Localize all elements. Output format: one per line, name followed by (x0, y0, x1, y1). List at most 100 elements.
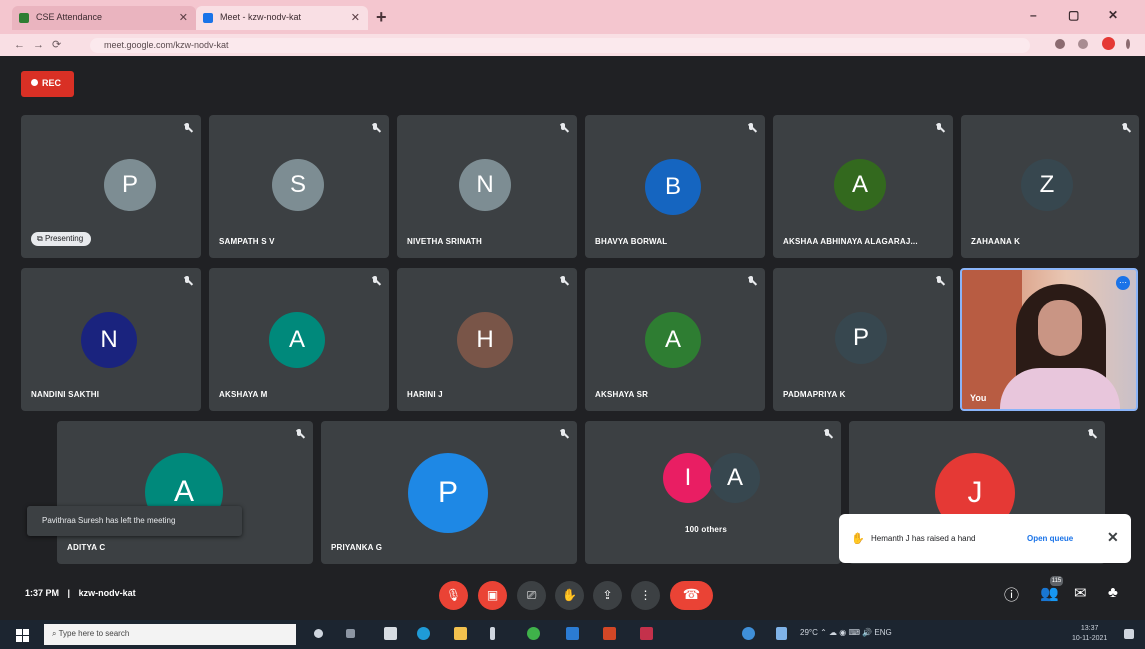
word-icon[interactable] (566, 627, 579, 640)
present-button[interactable]: ⇪ (593, 581, 622, 610)
search-placeholder: Type here to search (58, 629, 130, 638)
chat-icon[interactable]: ✉ (1074, 584, 1087, 602)
mic-off-icon (371, 276, 379, 288)
participant-name: HARINI J (407, 390, 443, 399)
recording-dot-icon (31, 79, 38, 86)
close-tab-icon[interactable]: ✕ (351, 11, 360, 24)
windows-start-icon[interactable] (16, 629, 29, 642)
open-queue-button[interactable]: Open queue (1027, 534, 1073, 543)
restore-button[interactable]: ▢ (1068, 8, 1079, 22)
mic-off-icon (559, 276, 567, 288)
participant-name: NIVETHA SRINATH (407, 237, 482, 246)
avatar: P (835, 312, 887, 364)
participant-tile[interactable]: A ADITYA C (57, 421, 313, 564)
self-name: You (970, 393, 987, 403)
participant-tile[interactable]: N NIVETHA SRINATH (397, 115, 577, 258)
powerpoint-icon[interactable] (603, 627, 616, 640)
system-tray[interactable]: 29°C ⌃ ☁ ◉ ⌨ 🔊 ENG (800, 628, 892, 637)
people-icon[interactable]: 👥 (1040, 584, 1059, 602)
participant-tile[interactable]: B BHAVYA BORWAL (585, 115, 765, 258)
captions-button[interactable]: ⎚ (517, 581, 546, 610)
participant-name: ADITYA C (67, 543, 106, 552)
left-meeting-toast: Pavithraa Suresh has left the meeting (27, 506, 242, 536)
more-options-icon[interactable]: ⋯ (1116, 276, 1130, 290)
avatar: H (457, 312, 513, 368)
camera-off-button[interactable]: ▣ (478, 581, 507, 610)
address-bar-row: ←→⟳ meet.google.com/kzw-nodv-kat (0, 34, 1145, 56)
avatar: N (459, 159, 511, 211)
star-icon[interactable] (1078, 39, 1088, 49)
tab-title: Meet - kzw-nodv-kat (220, 12, 302, 22)
cortana-icon[interactable] (314, 629, 323, 638)
participant-name: AKSHAYA SR (595, 390, 649, 399)
avatar: A (645, 312, 701, 368)
presenting-badge: ⧉ Presenting (31, 232, 92, 246)
others-count: 100 others (685, 525, 728, 534)
nav-buttons[interactable]: ←→⟳ (14, 38, 69, 51)
task-view-icon[interactable] (346, 629, 355, 638)
menu-icon[interactable] (1126, 39, 1130, 49)
profile-avatar-icon[interactable] (1102, 37, 1115, 50)
taskbar-search-box[interactable]: ⌕ Type here to search (44, 624, 296, 645)
participant-name: AKSHAA ABHINAYA ALAGARAJ... (783, 237, 918, 246)
close-tab-icon[interactable]: ✕ (179, 11, 188, 24)
raised-hand-text: Hemanth J has raised a hand (871, 534, 976, 543)
chrome-icon[interactable] (527, 627, 540, 640)
mic-off-icon (935, 123, 943, 135)
raise-hand-button[interactable]: ✋ (555, 581, 584, 610)
new-tab-button[interactable]: + (376, 7, 387, 28)
mic-off-icon (183, 123, 191, 135)
mic-off-button[interactable]: 🎙 (439, 581, 468, 610)
participant-tile[interactable]: P PRIYANKA G (321, 421, 577, 564)
participant-tile[interactable]: N NANDINI SAKTHI (21, 268, 201, 411)
store-icon[interactable] (490, 627, 495, 640)
participant-tile[interactable]: H HARINI J (397, 268, 577, 411)
participant-tile[interactable]: P ⧉ Presenting (21, 115, 201, 258)
participant-tile[interactable]: A AKSHAYA M (209, 268, 389, 411)
close-popup-button[interactable]: ✕ (1107, 529, 1119, 546)
tab-meet[interactable]: Meet - kzw-nodv-kat ✕ (196, 6, 368, 30)
screen: CSE Attendance ✕ Meet - kzw-nodv-kat ✕ +… (0, 0, 1145, 649)
tab-cse-attendance[interactable]: CSE Attendance ✕ (12, 6, 196, 30)
notification-icon[interactable] (1124, 629, 1134, 639)
participant-tile[interactable]: A AKSHAYA SR (585, 268, 765, 411)
avatar: Z (1021, 159, 1073, 211)
taskbar-date: 10-11-2021 (1072, 635, 1108, 642)
activities-icon[interactable]: ♣ (1108, 584, 1118, 601)
folder-icon[interactable] (454, 627, 467, 640)
mic-off-icon (1121, 123, 1129, 135)
separator: | (67, 588, 71, 598)
self-view-tile[interactable]: ⋯ You (960, 268, 1138, 411)
more-options-button[interactable]: ⋮ (631, 581, 660, 610)
participant-tile[interactable]: Z ZAHAANA K (961, 115, 1139, 258)
avatar: P (408, 453, 488, 533)
meeting-code: kzw-nodv-kat (78, 588, 136, 598)
mic-off-icon (747, 123, 755, 135)
edge-icon[interactable] (417, 627, 430, 640)
leave-call-button[interactable]: ☎ (670, 581, 713, 610)
lock-icon[interactable] (1055, 39, 1065, 49)
participant-name: BHAVYA BORWAL (595, 237, 668, 246)
mic-off-icon (1087, 429, 1095, 441)
self-video-body (1000, 368, 1120, 409)
recording-indicator: REC (21, 71, 74, 97)
others-tile[interactable]: I A 100 others (585, 421, 841, 564)
participant-tile[interactable]: S SAMPATH S V (209, 115, 389, 258)
avatar: A (710, 453, 760, 503)
meeting-info-icon[interactable]: ⓘ (1004, 584, 1019, 605)
participant-tile[interactable]: P PADMAPRIYA K (773, 268, 953, 411)
file-explorer-icon[interactable] (384, 627, 397, 640)
sheets-favicon-icon (19, 13, 29, 23)
participant-tile[interactable]: A AKSHAA ABHINAYA ALAGARAJ... (773, 115, 953, 258)
app-icon[interactable] (640, 627, 653, 640)
participant-name: AKSHAYA M (219, 390, 268, 399)
mic-off-icon (295, 429, 303, 441)
meet-favicon-icon (203, 13, 213, 23)
minimize-button[interactable]: – (1030, 8, 1037, 22)
taskbar-clock[interactable]: 13:37 10-11-2021 (1072, 624, 1107, 644)
url-field[interactable]: meet.google.com/kzw-nodv-kat (90, 38, 1030, 53)
participant-name: NANDINI SAKTHI (31, 390, 100, 399)
recording-label: REC (42, 78, 62, 88)
close-window-button[interactable]: ✕ (1108, 8, 1118, 22)
settings-icon[interactable] (742, 627, 755, 640)
